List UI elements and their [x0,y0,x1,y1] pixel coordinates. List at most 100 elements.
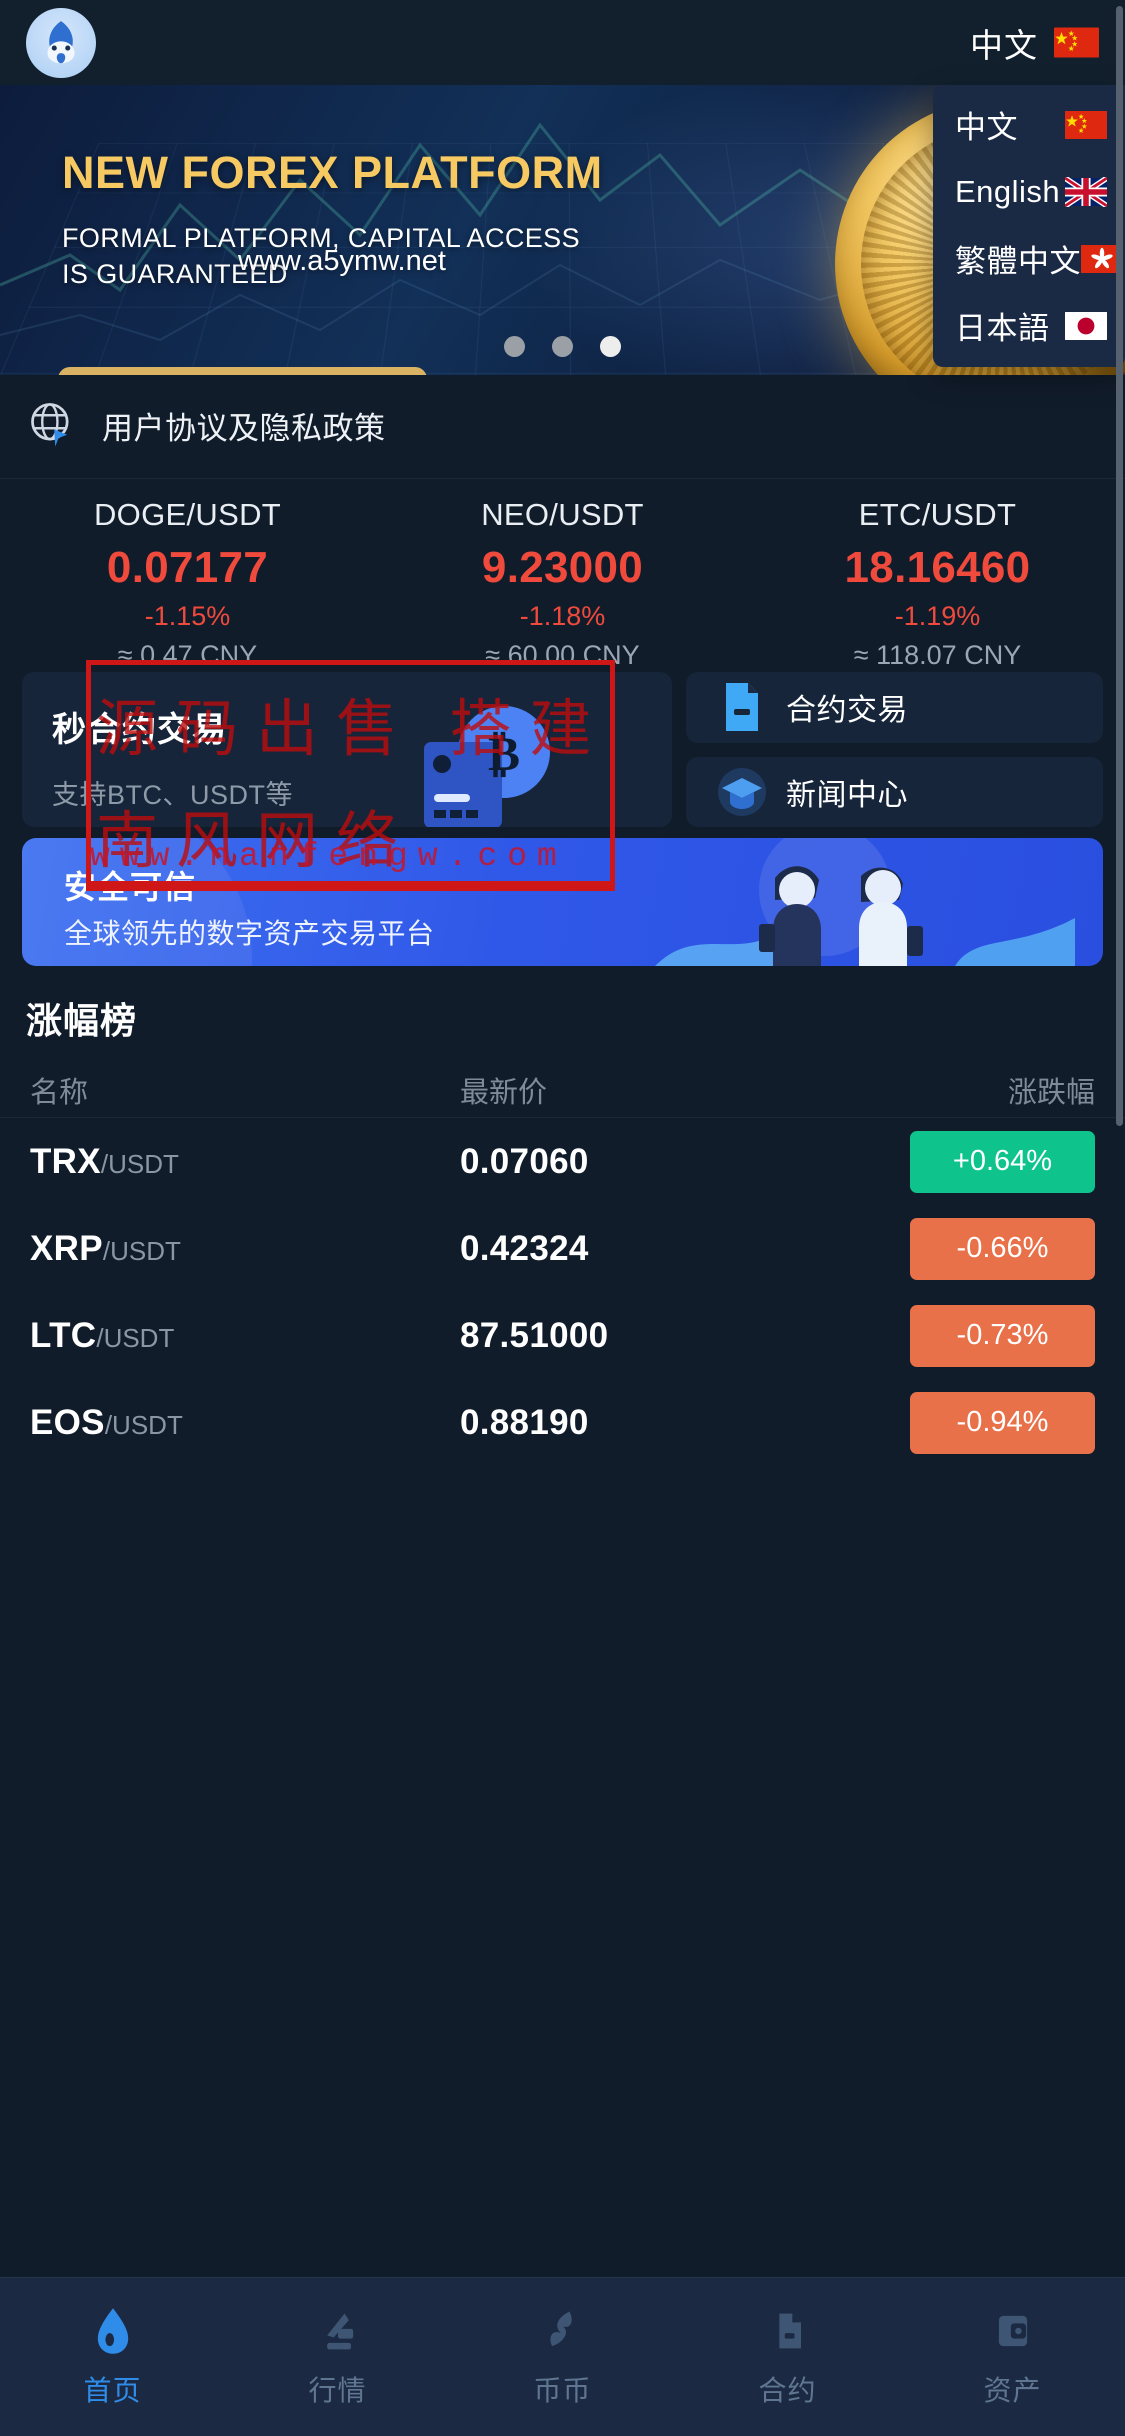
rank-col-price: 最新价 [460,1069,885,1111]
rank-price: 0.07060 [460,1142,885,1182]
language-option-label: 繁體中文 [955,236,1081,281]
ticker-change: -1.15% [0,601,375,632]
svg-text:₿: ₿ [488,728,520,781]
language-option-label: 日本語 [955,303,1050,348]
tab-label: 资产 [983,2369,1041,2409]
chart-icon [312,2305,364,2357]
language-option-label: 中文 [955,102,1018,147]
ticker-price: 18.16460 [750,543,1125,593]
ticker-pair: NEO/USDT [375,497,750,533]
table-row[interactable]: LTC /USDT 87.51000 -0.73% [0,1292,1125,1379]
ticker-item[interactable]: NEO/USDT 9.23000 -1.18% ≈ 60.00 CNY [375,497,750,671]
ticker-pair: DOGE/USDT [0,497,375,533]
rank-table-header: 名称 最新价 涨跌幅 [0,1062,1125,1118]
rank-price: 0.42324 [460,1229,885,1269]
carousel-dot-2[interactable] [552,336,573,357]
app-header: 中文 [0,0,1125,85]
feature-card-news-center[interactable]: 新闻中心 [686,757,1103,828]
ticker-change: -1.18% [375,601,750,632]
dolphin-logo-icon [34,16,88,70]
rank-col-name: 名称 [30,1069,460,1111]
feature-card-label: 合约交易 [786,685,908,729]
bitcoin-card-icon: ₿ [386,694,576,827]
rank-price: 87.51000 [460,1316,885,1356]
ticker-price: 0.07177 [0,543,375,593]
tab-markets[interactable]: 行情 [225,2305,450,2409]
banner-title: NEW FOREX PLATFORM [62,147,603,199]
tab-coin-trade[interactable]: 币币 [450,2305,675,2409]
ticker-cny: ≈ 118.07 CNY [750,640,1125,671]
tab-label: 行情 [308,2369,366,2409]
language-selector-trigger[interactable]: 中文 [970,19,1099,67]
rank-section-title: 涨幅榜 [26,992,137,1044]
table-row[interactable]: TRX /USDT 0.07060 +0.64% [0,1118,1125,1205]
notice-text: 用户协议及隐私政策 [102,403,386,448]
rank-symbol: XRP [30,1229,103,1269]
banner-utc-badge: 24 H UTC/GMT-04:00 [58,367,427,375]
feature-cards: 秒合约交易 支持BTC、USDT等 ₿ 合约交易 [22,672,1103,827]
language-option-zh[interactable]: 中文 [933,91,1125,158]
language-option-ja[interactable]: 日本語 [933,292,1125,359]
carousel-dot-1[interactable] [504,336,525,357]
promo-banner-subtitle: 全球领先的数字资产交易平台 [64,912,435,952]
rank-quote: /USDT [101,1149,179,1180]
page-scrollbar[interactable] [1116,6,1123,1126]
promo-banner-title: 安全可信 [64,862,196,908]
people-illustration-icon [655,838,1075,966]
ticker-cny: ≈ 0.47 CNY [0,640,375,671]
rank-quote: /USDT [103,1236,181,1267]
rank-table-body: TRX /USDT 0.07060 +0.64% XRP /USDT 0.423… [0,1118,1125,1466]
promo-banner-secure[interactable]: 安全可信 全球领先的数字资产交易平台 [22,838,1103,966]
rank-symbol: EOS [30,1403,105,1443]
bottom-navigation: 首页 行情 币币 合约 资产 [0,2277,1125,2436]
ticker-item[interactable]: ETC/USDT 18.16460 -1.19% ≈ 118.07 CNY [750,497,1125,671]
rank-col-change: 涨跌幅 [885,1069,1095,1111]
status-badge: -0.73% [910,1305,1095,1367]
app-logo[interactable] [26,8,96,78]
rank-quote: /USDT [96,1323,174,1354]
ticker-pair: ETC/USDT [750,497,1125,533]
news-graduation-icon [714,764,770,820]
flag-jp-icon [1065,311,1107,341]
wallet-icon [987,2305,1039,2357]
tab-home[interactable]: 首页 [0,2305,225,2409]
tab-contract[interactable]: 合约 [675,2305,900,2409]
flame-icon [87,2305,139,2357]
contract-doc-icon [714,679,770,735]
ticker-item[interactable]: DOGE/USDT 0.07177 -1.15% ≈ 0.47 CNY [0,497,375,671]
flag-cn-icon [1065,110,1107,140]
status-badge: -0.66% [910,1218,1095,1280]
notice-bar[interactable]: 用户协议及隐私政策 [0,375,1125,475]
price-ticker-row: DOGE/USDT 0.07177 -1.15% ≈ 0.47 CNY NEO/… [0,478,1125,656]
table-row[interactable]: XRP /USDT 0.42324 -0.66% [0,1205,1125,1292]
rank-symbol: LTC [30,1316,96,1356]
tab-label: 合约 [758,2369,816,2409]
rank-symbol: TRX [30,1142,101,1182]
language-dropdown-menu[interactable]: 中文 English 繁體中文 [933,85,1125,367]
tab-label: 币币 [533,2369,591,2409]
language-option-zh-hant[interactable]: 繁體中文 [933,225,1125,292]
flag-cn-icon [1054,27,1099,58]
language-option-en[interactable]: English [933,158,1125,225]
rank-price: 0.88190 [460,1403,885,1443]
globe-notice-icon [26,399,78,451]
feature-card-label: 新闻中心 [786,770,908,814]
feature-card-title: 秒合约交易 [52,702,672,751]
ticker-change: -1.19% [750,601,1125,632]
feature-card-contract-trading[interactable]: 合约交易 [686,672,1103,743]
feature-card-subtitle: 支持BTC、USDT等 [52,773,672,812]
carousel-dot-3[interactable] [600,336,621,357]
language-option-label: English [955,174,1060,210]
language-selector-label: 中文 [970,19,1038,67]
contract-icon [762,2305,814,2357]
feature-card-seconds-contract[interactable]: 秒合约交易 支持BTC、USDT等 ₿ [22,672,672,827]
ticker-price: 9.23000 [375,543,750,593]
status-badge: -0.94% [910,1392,1095,1454]
tab-assets[interactable]: 资产 [900,2305,1125,2409]
flag-gb-icon [1065,177,1107,207]
banner-url: www.a5ymw.net [238,245,446,278]
table-row[interactable]: EOS /USDT 0.88190 -0.94% [0,1379,1125,1466]
status-badge: +0.64% [910,1131,1095,1193]
ticker-cny: ≈ 60.00 CNY [375,640,750,671]
rank-quote: /USDT [105,1410,183,1441]
